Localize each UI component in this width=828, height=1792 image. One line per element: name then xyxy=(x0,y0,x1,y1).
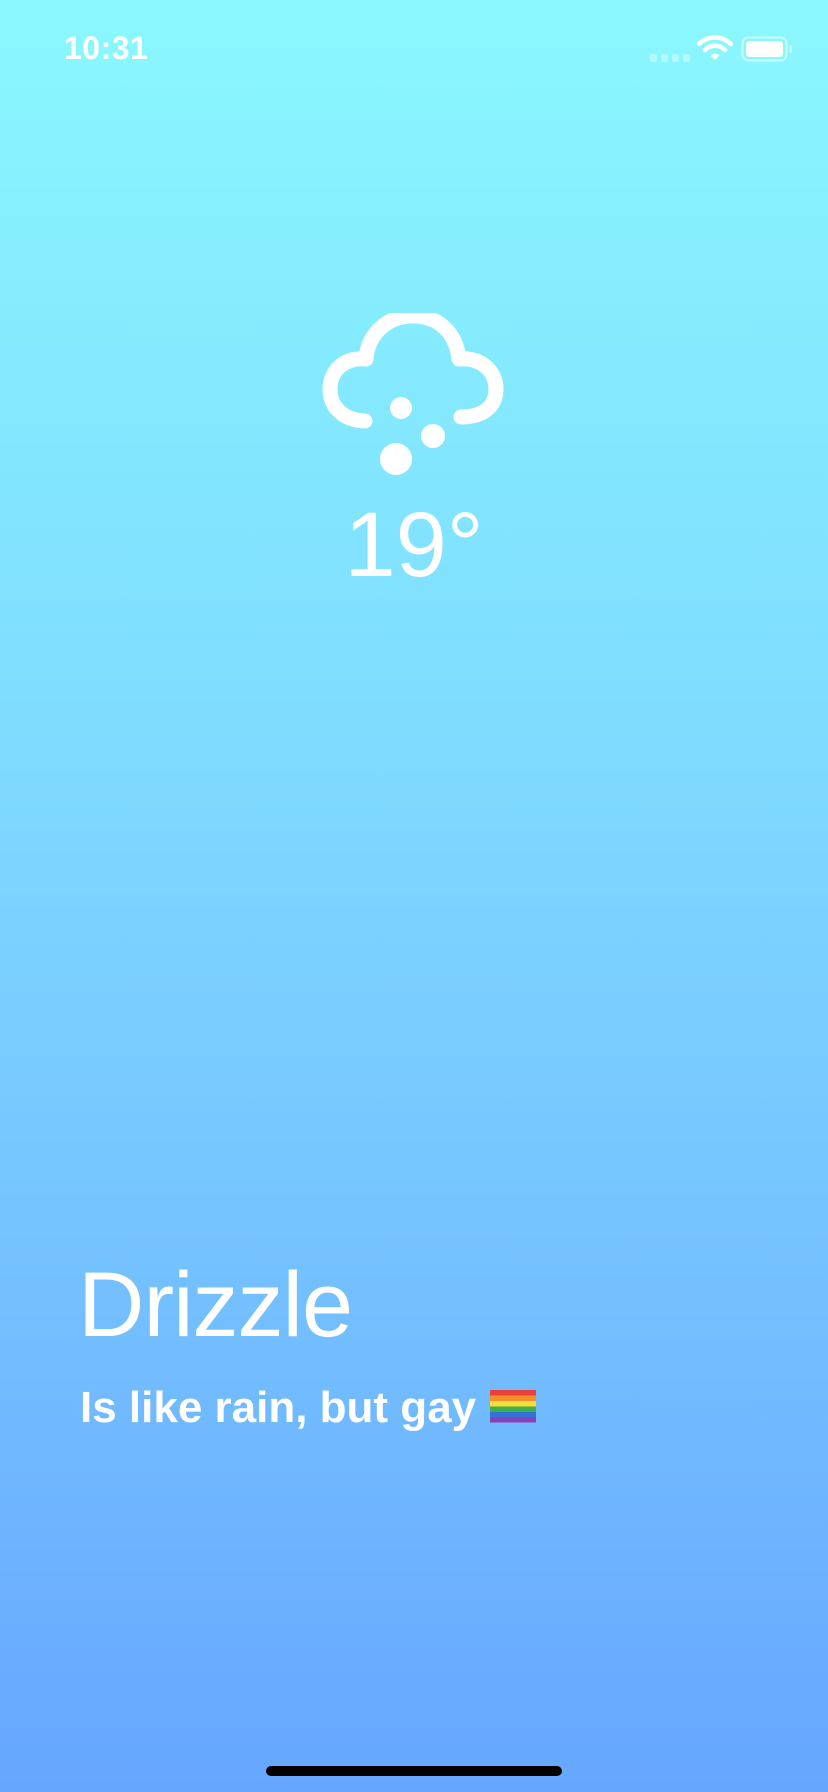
condition-description: Is like rain, but gay xyxy=(80,1383,477,1432)
condition-title: Drizzle xyxy=(78,1254,353,1356)
cellular-signal-icon xyxy=(650,54,690,62)
home-indicator[interactable] xyxy=(266,1766,562,1776)
status-bar: 10:31 xyxy=(0,0,828,100)
cloud-drizzle-icon xyxy=(322,313,504,475)
wifi-icon xyxy=(697,35,733,60)
battery-icon xyxy=(741,36,792,62)
condition-subtitle: Is like rain, but gay xyxy=(80,1380,537,1436)
rainbow-flag-icon xyxy=(490,1390,537,1423)
weather-screen: 10:31 19° Drizzle Is like rain, but gay xyxy=(0,0,828,1792)
temperature-label: 19° xyxy=(344,494,484,596)
status-time: 10:31 xyxy=(64,30,149,66)
